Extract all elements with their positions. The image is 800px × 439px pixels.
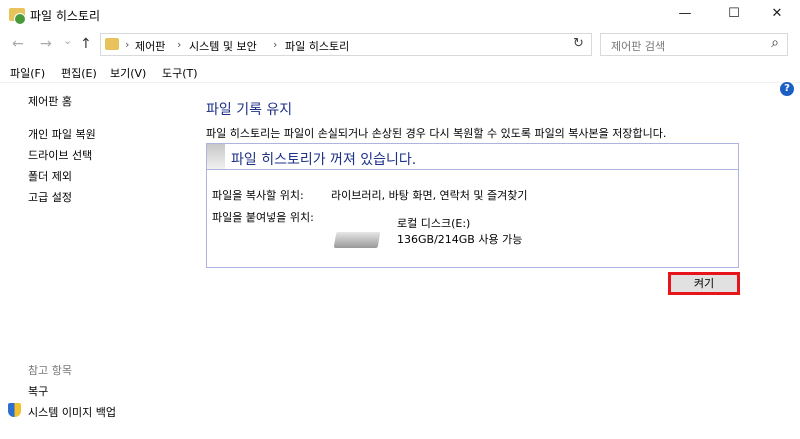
page-heading: 파일 기록 유지 [206, 102, 293, 118]
copy-from-label: 파일을 복사할 위치: [212, 189, 304, 202]
page-description: 파일 히스토리는 파일이 손실되거나 손상된 경우 다시 복원할 수 있도록 파… [206, 127, 667, 140]
search-icon[interactable]: ⌕ [771, 35, 779, 51]
copy-from-value: 라이브러리, 바탕 화면, 연락처 및 즐겨찾기 [331, 189, 528, 202]
file-history-icon [105, 38, 119, 50]
minimize-button[interactable]: — [662, 0, 708, 30]
sidebar-restore-files[interactable]: 개인 파일 복원 [28, 126, 96, 142]
link-system-image-backup[interactable]: 시스템 이미지 백업 [28, 404, 116, 420]
shield-icon [8, 403, 21, 417]
drive-space: 136GB/214GB 사용 가능 [397, 233, 523, 246]
menu-view[interactable]: 보기(V) [110, 65, 146, 81]
menu-edit[interactable]: 편집(E) [61, 65, 97, 81]
drive-name: 로컬 디스크(E:) [397, 217, 471, 230]
search-placeholder: 제어판 검색 [611, 40, 666, 53]
breadcrumb-item[interactable]: 제어판 [135, 38, 165, 54]
copy-to-label: 파일을 붙여넣을 위치: [212, 211, 314, 224]
breadcrumb-item[interactable]: 파일 히스토리 [285, 38, 349, 54]
search-input[interactable]: 제어판 검색 ⌕ [600, 33, 788, 56]
window-title: 파일 히스토리 [30, 9, 101, 23]
sidebar-advanced-settings[interactable]: 고급 설정 [28, 189, 72, 205]
sidebar-exclude-folders[interactable]: 폴더 제외 [28, 168, 72, 184]
recent-locations-button[interactable]: ⌄ [63, 34, 72, 47]
menu-tools[interactable]: 도구(T) [162, 65, 198, 81]
up-button[interactable]: ↑ [80, 36, 92, 52]
link-recovery[interactable]: 복구 [28, 383, 48, 399]
sidebar-control-panel-home[interactable]: 제어판 홈 [28, 93, 72, 109]
turn-on-button[interactable]: 켜기 [668, 272, 740, 295]
maximize-button[interactable]: ☐ [711, 0, 757, 30]
address-bar[interactable]: › 제어판 › 시스템 및 보안 › 파일 히스토리 ↻ [100, 33, 592, 56]
file-history-icon [9, 8, 26, 25]
status-panel: 파일 히스토리가 꺼져 있습니다. 파일을 복사할 위치: 라이브러리, 바탕 … [206, 143, 739, 268]
see-also-heading: 참고 항목 [28, 364, 72, 377]
back-button[interactable]: ← [12, 36, 24, 52]
close-button[interactable]: ✕ [754, 0, 800, 30]
sidebar-select-drive[interactable]: 드라이브 선택 [28, 147, 92, 163]
hard-drive-icon [333, 232, 381, 248]
forward-button[interactable]: → [40, 36, 52, 52]
breadcrumb-item[interactable]: 시스템 및 보안 [189, 38, 257, 54]
refresh-button[interactable]: ↻ [573, 36, 584, 51]
status-header: 파일 히스토리가 꺼져 있습니다. [207, 144, 738, 170]
title-bar: 파일 히스토리 — ☐ ✕ [0, 0, 800, 30]
status-title: 파일 히스토리가 꺼져 있습니다. [231, 152, 417, 168]
menu-file[interactable]: 파일(F) [10, 65, 45, 81]
help-icon[interactable]: ? [780, 82, 794, 96]
